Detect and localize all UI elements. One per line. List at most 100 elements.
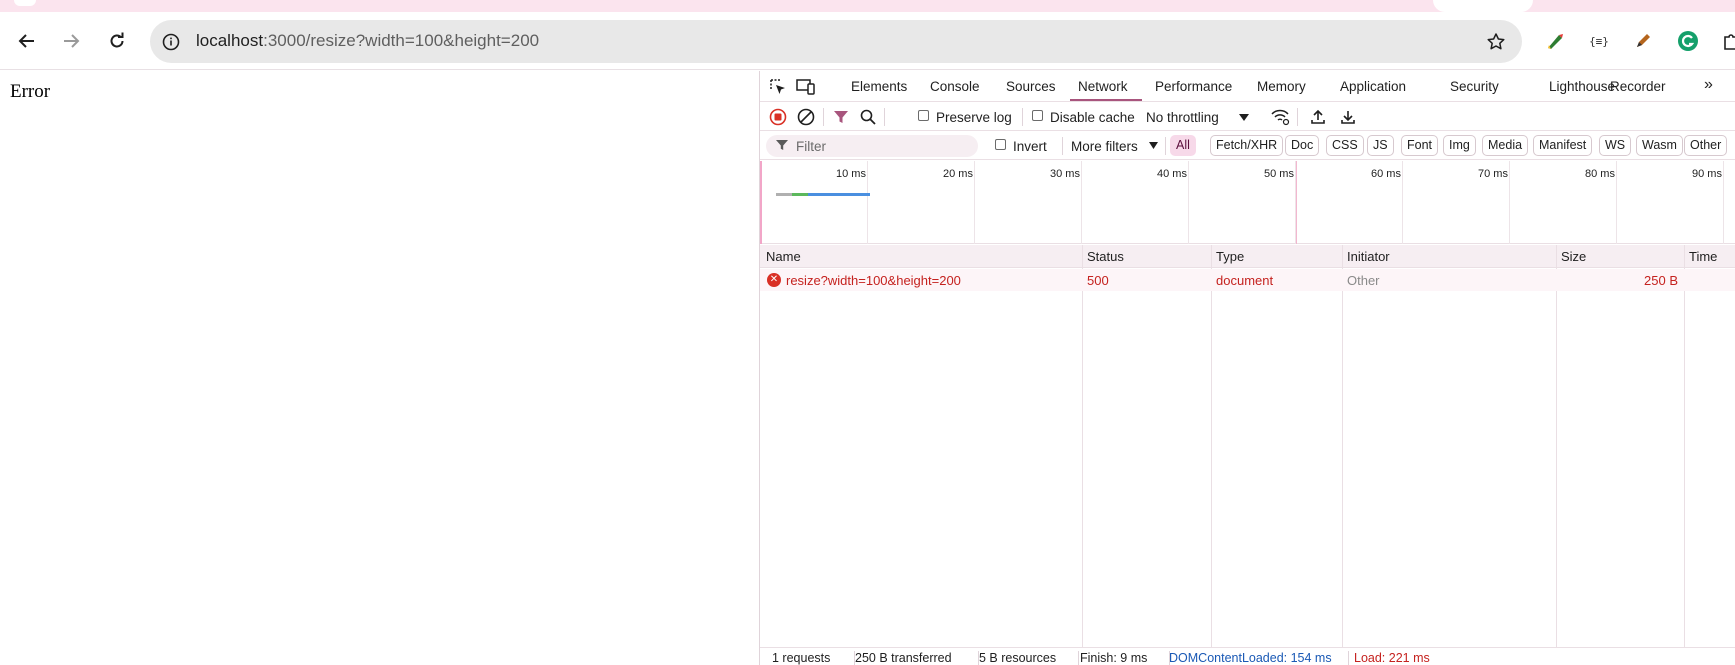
filter-chip-fetch-xhr[interactable]: Fetch/XHR [1210,135,1284,156]
tab-application[interactable]: Application [1340,79,1406,94]
url-text[interactable]: localhost:3000/resize?width=100&height=2… [196,31,539,51]
preserve-log-label[interactable]: Preserve log [936,110,1012,125]
pen-extension-button[interactable] [1630,28,1656,54]
timeline-gridline [1616,161,1617,244]
column-type[interactable]: Type [1216,249,1244,264]
column-size[interactable]: Size [1561,249,1586,264]
network-overview-timeline[interactable]: 10 ms 20 ms 30 ms 40 ms 50 ms 60 ms 70 m… [760,161,1735,244]
bookmark-button[interactable] [1484,30,1508,54]
json-extension-button[interactable]: {≡} [1586,28,1612,54]
grammarly-button[interactable] [1675,28,1701,54]
timeline-label: 70 ms [1478,168,1508,180]
invert-label[interactable]: Invert [1013,139,1047,154]
filter-chip-ws[interactable]: WS [1599,135,1632,156]
request-status: 500 [1087,273,1109,288]
filter-input[interactable]: Filter [766,135,978,157]
column-divider[interactable] [1556,245,1557,647]
tab-elements[interactable]: Elements [851,79,907,94]
timeline-load-marker [1296,161,1297,244]
inspect-element-button[interactable] [768,77,788,97]
filter-chip-css[interactable]: CSS [1326,135,1364,156]
timeline-gridline [1723,161,1724,244]
search-button[interactable] [858,107,878,127]
filter-chip-manifest[interactable]: Manifest [1533,135,1593,156]
filter-chip-font[interactable]: Font [1401,135,1439,156]
separator [1348,651,1349,665]
filter-chip-wasm[interactable]: Wasm [1636,135,1683,156]
network-conditions-button[interactable] [1270,107,1290,127]
request-name[interactable]: resize?width=100&height=200 [786,273,961,288]
disable-cache-checkbox[interactable] [1032,110,1043,121]
filter-placeholder: Filter [796,139,826,154]
extensions-button[interactable] [1718,28,1735,54]
timeline-gridline [1188,161,1189,244]
request-initiator: Other [1347,273,1380,288]
tab-strip [0,0,1735,12]
filter-chip-js[interactable]: JS [1367,135,1394,156]
back-button[interactable] [12,26,42,56]
column-divider[interactable] [1684,245,1685,647]
timeline-label: 10 ms [836,168,866,180]
column-divider[interactable] [1211,245,1212,647]
colorful-extension-button[interactable] [1542,28,1568,54]
filter-chip-media[interactable]: Media [1482,135,1529,156]
filter-chip-all[interactable]: All [1170,135,1196,156]
throttling-select[interactable]: No throttling [1146,110,1219,125]
site-info-button[interactable] [160,31,182,53]
tab-console[interactable]: Console [930,79,980,94]
more-filters-dropdown-icon[interactable] [1149,142,1158,149]
preserve-log-checkbox[interactable] [918,110,929,121]
tab-network[interactable]: Network [1078,79,1128,94]
devtools-tab-bar: Elements Console Sources Network Perform… [760,71,1735,102]
tab-sources[interactable]: Sources [1006,79,1056,94]
summary-resources: 5 B resources [979,651,1057,665]
invert-checkbox[interactable] [995,139,1006,150]
disable-cache-label[interactable]: Disable cache [1050,110,1135,125]
tab-security[interactable]: Security [1450,79,1499,94]
column-divider[interactable] [1342,245,1343,647]
filter-chip-img[interactable]: Img [1443,135,1476,156]
export-har-button[interactable] [1338,107,1358,127]
tab-memory[interactable]: Memory [1257,79,1306,94]
colorful-extension-icon [1548,34,1563,49]
filter-toggle-button[interactable] [831,107,851,127]
summary-dom-content-loaded: DOMContentLoaded: 154 ms [1169,651,1332,665]
back-arrow-icon [18,34,34,48]
tab-recorder[interactable]: Recorder [1610,79,1666,94]
forward-button[interactable] [56,26,86,56]
pen-extension-icon [1637,34,1650,47]
filter-chip-doc[interactable]: Doc [1285,135,1320,156]
filter-chip-other[interactable]: Other [1684,135,1728,156]
address-bar[interactable]: localhost:3000/resize?width=100&height=2… [150,20,1522,63]
puzzle-extensions-icon [1724,34,1735,50]
tab-performance[interactable]: Performance [1155,79,1232,94]
timeline-cursor [760,161,762,244]
device-toolbar-button[interactable] [796,77,816,97]
column-initiator[interactable]: Initiator [1347,249,1390,264]
page-viewport: Error [0,71,759,665]
devtools-panel: Elements Console Sources Network Perform… [759,71,1735,665]
column-name[interactable]: Name [766,249,801,264]
more-tabs-button[interactable]: » [1704,76,1713,94]
json-extension-icon: {≡} [1589,34,1609,48]
reload-button[interactable] [102,26,132,56]
stop-recording-button[interactable] [768,107,788,127]
column-divider[interactable] [1082,245,1083,647]
timeline-bar-queue [776,193,792,196]
clear-button[interactable] [796,107,816,127]
throttling-dropdown-icon[interactable] [1239,114,1249,121]
filter-icon [776,140,788,150]
star-icon [1487,33,1505,50]
column-status[interactable]: Status [1087,249,1124,264]
url-host: localhost [196,31,264,50]
summary-requests: 1 requests [772,651,831,665]
separator [1165,137,1166,155]
separator [884,108,885,126]
table-row[interactable]: ✕ resize?width=100&height=200 500 docume… [760,269,1735,291]
tab-lighthouse[interactable]: Lighthouse [1549,79,1615,94]
more-filters-button[interactable]: More filters [1071,139,1138,154]
active-tab-edge[interactable] [14,0,36,6]
column-time[interactable]: Time [1689,249,1717,264]
inspect-element-icon [770,79,785,94]
import-har-button[interactable] [1308,107,1328,127]
